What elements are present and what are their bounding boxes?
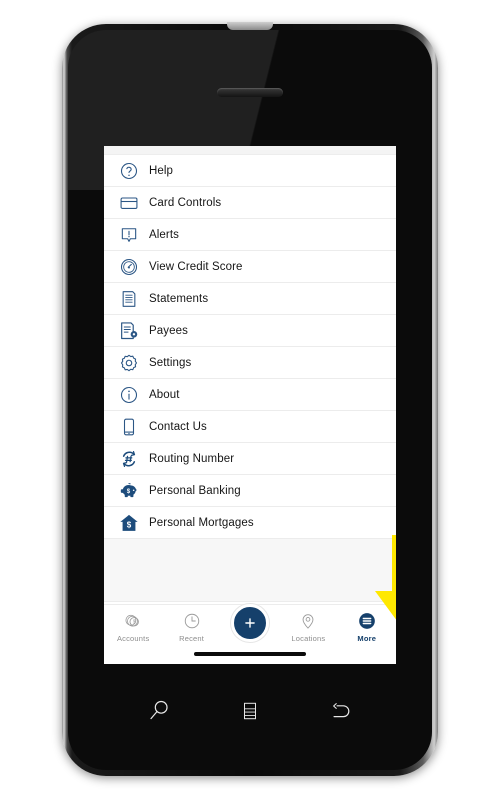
hash-refresh-icon <box>118 448 140 470</box>
status-bar-strip <box>104 146 396 155</box>
hardware-back-key[interactable] <box>323 693 359 729</box>
tab-label: Locations <box>291 634 326 643</box>
mobile-phone-icon <box>118 416 140 438</box>
plus-icon <box>245 618 255 628</box>
svg-text:$: $ <box>133 620 136 626</box>
credit-card-icon <box>118 192 140 214</box>
list-menu-icon <box>243 702 256 720</box>
menu-item-help[interactable]: Help <box>104 155 396 187</box>
menu-item-routing-number[interactable]: Routing Number <box>104 443 396 475</box>
menu-item-contact-us[interactable]: Contact Us <box>104 411 396 443</box>
alert-bubble-icon <box>118 224 140 246</box>
menu-item-settings[interactable]: Settings <box>104 347 396 379</box>
svg-text:$: $ <box>127 520 132 529</box>
add-action-button[interactable] <box>230 604 269 642</box>
menu-item-label: Help <box>149 164 174 177</box>
speedometer-gauge-icon <box>118 256 140 278</box>
coins-dollar-icon: $ <box>124 610 142 632</box>
house-dollar-icon: $ <box>118 512 140 534</box>
gear-icon <box>118 352 140 374</box>
tab-label: Accounts <box>116 634 150 643</box>
tab-items-container: $ Accounts Recent Locations More <box>104 604 396 654</box>
menu-item-label: Settings <box>149 356 192 369</box>
menu-item-statements[interactable]: Statements <box>104 283 396 315</box>
svg-text:$: $ <box>127 488 131 495</box>
phone-screen: Help Card Controls Alerts View Credit Sc… <box>104 146 396 664</box>
menu-item-label: Personal Mortgages <box>149 516 254 529</box>
tab-locations[interactable]: Locations <box>280 610 336 643</box>
tab-label: More <box>357 634 377 643</box>
tab-recent[interactable]: Recent <box>164 610 220 643</box>
menu-item-label: Payees <box>149 324 188 337</box>
clock-icon <box>183 610 201 632</box>
menu-item-view-credit-score[interactable]: View Credit Score <box>104 251 396 283</box>
menu-item-payees[interactable]: Payees <box>104 315 396 347</box>
menu-item-label: Alerts <box>149 228 179 241</box>
hamburger-circle-icon <box>357 610 377 632</box>
menu-item-label: Routing Number <box>149 452 235 465</box>
map-pin-icon <box>299 610 317 632</box>
menu-item-label: View Credit Score <box>149 260 243 273</box>
menu-item-label: Statements <box>149 292 209 305</box>
phone-body: Help Card Controls Alerts View Credit Sc… <box>68 30 432 770</box>
menu-item-alerts[interactable]: Alerts <box>104 219 396 251</box>
tab-label: Recent <box>179 634 205 643</box>
menu-item-about[interactable]: About <box>104 379 396 411</box>
list-empty-area <box>104 539 396 602</box>
more-menu-list: Help Card Controls Alerts View Credit Sc… <box>104 155 396 539</box>
hardware-key-row <box>68 686 432 736</box>
question-circle-icon <box>118 160 140 182</box>
earpiece-speaker-icon <box>217 88 283 97</box>
menu-item-label: Contact Us <box>149 420 207 433</box>
home-indicator-bar <box>194 652 306 656</box>
top-sensor-notch <box>227 22 273 30</box>
phone-mockup: Help Card Controls Alerts View Credit Sc… <box>62 22 438 776</box>
menu-item-label: About <box>149 388 180 401</box>
menu-item-label: Card Controls <box>149 196 222 209</box>
back-arrow-icon <box>332 703 349 718</box>
menu-item-label: Personal Banking <box>149 484 241 497</box>
bottom-tab-bar: $ Accounts Recent Locations More <box>104 604 396 664</box>
info-circle-icon <box>118 384 140 406</box>
document-gear-icon <box>121 321 138 339</box>
menu-item-personal-banking[interactable]: $ Personal Banking <box>104 475 396 507</box>
hardware-search-key[interactable] <box>141 693 177 729</box>
piggy-bank-icon: $ <box>118 480 140 502</box>
menu-item-card-controls[interactable]: Card Controls <box>104 187 396 219</box>
tab-more[interactable]: More <box>339 610 395 643</box>
menu-item-personal-mortgages[interactable]: $ Personal Mortgages <box>104 507 396 539</box>
magnifier-icon <box>150 700 168 720</box>
hardware-menu-key[interactable] <box>232 693 268 729</box>
tab-accounts[interactable]: $ Accounts <box>105 610 161 643</box>
document-lines-icon <box>118 288 140 310</box>
